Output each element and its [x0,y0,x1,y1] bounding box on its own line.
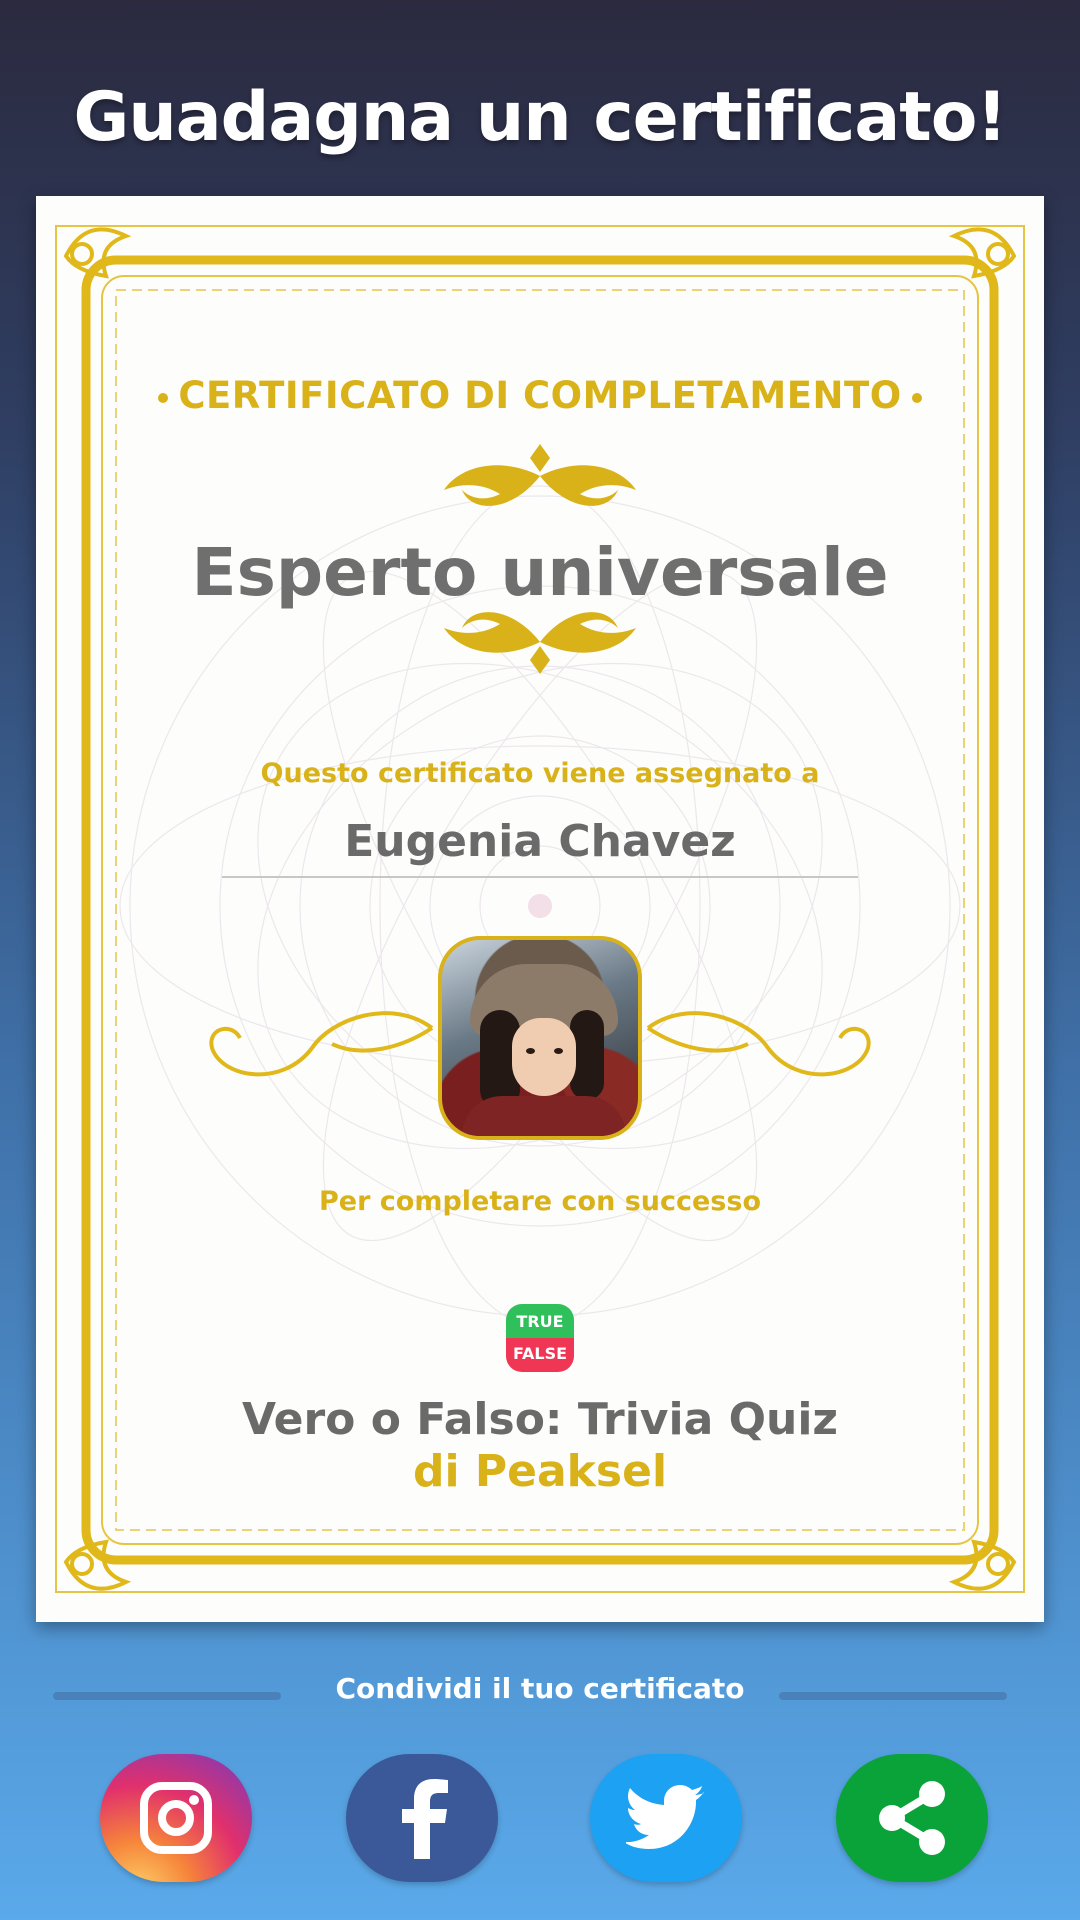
awarded-to-label: Questo certificato viene assegnato a [260,758,820,789]
app-name: Vero o Falso: Trivia Quiz [241,1394,839,1445]
certificate-title: Esperto universale [191,534,889,611]
certificate-heading-text: CERTIFICATO DI COMPLETAMENTO [178,374,902,417]
heading-dot-left [158,392,169,403]
facebook-icon [402,1779,448,1859]
name-underline [222,876,858,878]
page-headline: Guadagna un certificato! [73,78,1008,157]
avatar-scarf [462,1096,626,1136]
app-icon-true: TRUE [506,1304,574,1338]
recipient-name: Eugenia Chavez [344,816,736,867]
twitter-share-button[interactable] [590,1754,742,1882]
instagram-icon [140,1782,212,1854]
avatar-eye-left [526,1048,535,1054]
twitter-icon [626,1785,704,1849]
share-section: Condividi il tuo certificato [0,1670,1080,1714]
generic-share-button[interactable] [836,1754,988,1882]
avatar-eye-right [554,1048,563,1054]
recipient-avatar [438,936,642,1140]
facebook-share-button[interactable] [346,1754,498,1882]
heading-dot-right [911,392,922,403]
app-icon-false: FALSE [506,1338,574,1372]
app-icon: TRUE FALSE [506,1304,574,1372]
certificate-card: CERTIFICATO DI COMPLETAMENTO Esperto uni… [36,196,1044,1622]
share-label: Condividi il tuo certificato [335,1672,745,1705]
certificate-heading: CERTIFICATO DI COMPLETAMENTO [36,374,1044,417]
instagram-share-button[interactable] [100,1754,252,1882]
avatar-face [512,1018,576,1096]
share-divider-right [779,1692,1007,1700]
publisher-name: di Peaksel [412,1446,668,1497]
share-icon [879,1781,945,1855]
completion-label: Per completare con successo [318,1186,762,1217]
